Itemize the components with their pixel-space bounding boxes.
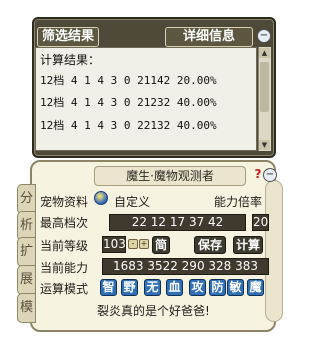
result-row: 12档 4 1 4 3 0 21232 40.00% xyxy=(40,96,217,109)
scroll-decoration xyxy=(265,180,283,322)
level-decrease-button[interactable]: - xyxy=(128,239,138,249)
max-tier-label: 最高档次 xyxy=(40,216,89,230)
detail-info-button[interactable]: 详细信息 xyxy=(165,27,253,47)
calc-mode-label: 运算模式 xyxy=(40,282,89,296)
max-tier-field[interactable]: 22 12 17 37 42 xyxy=(109,214,246,231)
calculate-button[interactable]: 计算 xyxy=(233,236,263,254)
panel-title: 魔生·魔物观测者 xyxy=(94,166,246,186)
footer-text: 裂炎真的是个好爸爸! xyxy=(97,304,210,318)
mode-button-atk[interactable]: 攻 xyxy=(189,279,206,296)
pet-orb-icon[interactable] xyxy=(94,191,108,205)
multiplier-label: 能力倍率 xyxy=(214,195,263,209)
side-tab[interactable]: 分 xyxy=(17,184,36,214)
mode-button-magic[interactable]: 魔 xyxy=(247,279,264,296)
current-level-label: 当前等级 xyxy=(40,239,89,253)
mode-button-none[interactable]: 无 xyxy=(144,279,161,296)
pet-info-label: 宠物资料 xyxy=(40,195,89,209)
result-title: 计算结果： xyxy=(40,53,101,67)
side-tab[interactable]: 展 xyxy=(17,265,36,295)
minimize-icon[interactable]: − xyxy=(257,29,271,43)
simple-mode-button[interactable]: 简 xyxy=(152,236,170,254)
mode-button-wild[interactable]: 野 xyxy=(121,279,138,296)
ability-field[interactable]: 1683 3522 290 328 383 xyxy=(102,258,269,275)
current-ability-label: 当前能力 xyxy=(40,261,89,275)
mode-button-agi[interactable]: 敏 xyxy=(227,279,244,296)
minimize-icon[interactable]: − xyxy=(263,168,277,182)
level-increase-button[interactable]: + xyxy=(139,239,149,249)
multiplier-field[interactable]: 20 xyxy=(252,214,269,231)
save-button[interactable]: 保存 xyxy=(194,236,226,254)
level-field[interactable]: 103 xyxy=(102,236,126,253)
result-row: 12档 4 1 4 3 0 21142 20.00% xyxy=(40,74,217,87)
custom-label[interactable]: 自定义 xyxy=(114,193,150,210)
scroll-down-icon[interactable]: ▼ xyxy=(259,140,270,150)
side-tab[interactable]: 模 xyxy=(17,293,36,323)
result-row: 12档 4 1 4 3 0 22132 40.00% xyxy=(40,119,217,132)
side-tab[interactable]: 扩 xyxy=(17,237,36,267)
filter-results-button[interactable]: 筛选结果 xyxy=(37,27,99,47)
mode-button-int[interactable]: 智 xyxy=(100,279,117,296)
scroll-up-icon[interactable]: ▲ xyxy=(259,48,270,58)
mode-button-hp[interactable]: 血 xyxy=(166,279,183,296)
mode-button-def[interactable]: 防 xyxy=(209,279,226,296)
scrollbar-thumb[interactable] xyxy=(260,62,269,112)
